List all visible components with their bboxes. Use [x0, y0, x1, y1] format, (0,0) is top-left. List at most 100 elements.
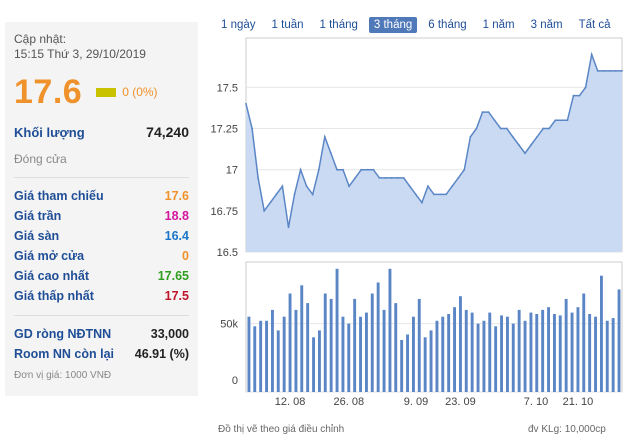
volume-bar	[370, 293, 374, 392]
price-point	[311, 193, 314, 196]
volume-bar	[417, 298, 421, 392]
price-point	[305, 185, 308, 188]
volume-bar	[517, 309, 521, 392]
volume-bar	[329, 298, 333, 392]
price-point	[293, 193, 296, 196]
price-point	[499, 127, 502, 130]
price-point	[463, 168, 466, 171]
price-point	[427, 185, 429, 188]
volume-bar	[553, 314, 556, 392]
volume-bar	[306, 303, 310, 392]
chart-footnote: Đồ thị vẽ theo giá điều chỉnh	[218, 424, 345, 435]
volume-bar	[535, 314, 539, 392]
price-point	[451, 185, 454, 188]
price-point	[402, 177, 405, 179]
price-point	[287, 226, 290, 229]
price-point	[481, 111, 484, 113]
volume-bar	[423, 337, 427, 392]
volume-bar	[488, 312, 492, 392]
price-point	[336, 168, 338, 171]
volume-bar	[265, 320, 268, 392]
price-point	[384, 177, 387, 179]
price-point	[615, 70, 617, 72]
date-tick-label: 26. 08	[334, 396, 365, 408]
volume-bar	[547, 307, 550, 392]
price-point	[566, 119, 569, 122]
date-tick-label: 21. 10	[563, 396, 594, 408]
price-point	[530, 144, 532, 146]
volume-bar	[271, 309, 274, 392]
volume-bar	[570, 312, 574, 392]
price-point	[542, 127, 545, 130]
price-point	[348, 185, 350, 188]
price-point	[621, 70, 623, 72]
price-point	[408, 185, 411, 188]
price-point	[269, 201, 272, 204]
volume-bar	[617, 289, 621, 392]
price-point	[602, 70, 605, 72]
price-point	[245, 102, 247, 105]
volume-bar	[588, 314, 592, 392]
volume-bar	[482, 320, 486, 392]
price-point	[596, 70, 599, 72]
price-tick-label: 16.75	[210, 206, 238, 218]
volume-bar	[506, 316, 509, 392]
volume-bar	[441, 316, 445, 392]
price-tick-label: 17.25	[210, 124, 238, 136]
volume-bar	[600, 275, 603, 392]
price-point	[457, 177, 460, 179]
volume-bar	[605, 320, 609, 392]
volume-bar	[259, 320, 263, 392]
volume-bar	[611, 318, 615, 392]
volume-bar	[459, 296, 462, 392]
price-tick-label: 17.5	[217, 82, 238, 94]
price-point	[469, 135, 472, 138]
price-point	[378, 177, 381, 179]
price-point	[263, 209, 266, 212]
price-point	[511, 135, 514, 138]
volume-bar	[253, 326, 257, 392]
price-point	[372, 168, 375, 171]
price-point	[572, 94, 575, 97]
volume-bar	[447, 314, 451, 392]
price-point	[366, 168, 369, 171]
volume-bar	[594, 316, 597, 392]
volume-bar	[382, 309, 386, 392]
price-point	[487, 111, 490, 113]
volume-bar	[576, 307, 580, 392]
volume-bar	[288, 293, 292, 392]
volume-tick-label: 0	[232, 375, 238, 387]
price-point	[439, 193, 441, 196]
price-point	[475, 127, 478, 130]
volume-tick-label: 50k	[220, 319, 238, 331]
volume-bar	[406, 334, 409, 392]
price-point	[390, 177, 393, 179]
volume-bar	[359, 316, 362, 392]
volume-bar	[394, 303, 398, 392]
price-point	[518, 144, 520, 146]
price-point	[505, 127, 508, 130]
volume-bar	[412, 316, 415, 392]
volume-bar	[435, 320, 439, 392]
volume-bar	[376, 282, 380, 392]
price-point	[554, 119, 557, 122]
price-point	[342, 168, 344, 171]
date-tick-label: 23. 09	[445, 396, 476, 408]
price-point	[360, 168, 363, 171]
volume-bar	[529, 312, 533, 392]
volume-bar	[541, 309, 545, 392]
volume-bar	[300, 285, 304, 392]
price-tick-label: 17	[226, 165, 238, 177]
price-point	[317, 168, 320, 171]
price-tick-label: 16.5	[217, 247, 238, 259]
volume-bar	[388, 268, 392, 392]
price-point	[548, 127, 551, 130]
volume-bar	[494, 326, 498, 392]
volume-bar	[341, 316, 345, 392]
volume-bar	[353, 298, 357, 392]
volume-bar	[470, 312, 474, 392]
volume-bar	[476, 323, 480, 392]
price-point	[524, 152, 526, 155]
price-point	[421, 201, 423, 204]
price-point	[275, 193, 278, 196]
